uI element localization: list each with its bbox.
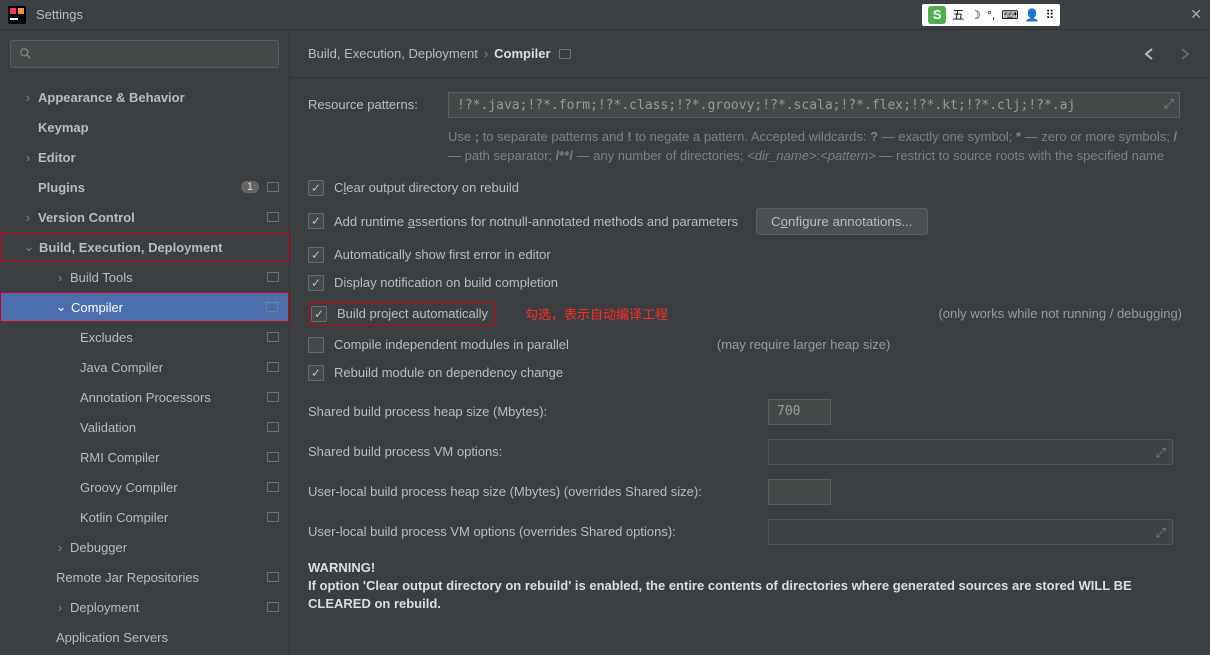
heap-size-label: Shared build process heap size (Mbytes):	[308, 404, 768, 419]
titlebar: Settings S 五 ☽ °, ⌨ 👤 ⠿ ✕	[0, 0, 1210, 30]
project-icon	[267, 332, 279, 342]
search-icon	[19, 47, 33, 61]
annotation-text: 勾选，表示自动编译工程	[525, 304, 668, 323]
person-icon: 👤	[1025, 8, 1040, 22]
tree-vcs[interactable]: ›Version Control	[0, 202, 289, 232]
chevron-right-icon: ›	[54, 540, 66, 555]
chevron-down-icon: ⌄	[55, 299, 67, 315]
checkbox-parallel[interactable]	[308, 337, 324, 353]
user-vm-label: User-local build process VM options (ove…	[308, 524, 768, 539]
app-icon	[8, 6, 26, 24]
tree-app-servers[interactable]: Application Servers	[0, 622, 289, 652]
chevron-right-icon: ›	[54, 270, 66, 285]
tree-validation[interactable]: Validation	[0, 412, 289, 442]
badge: 1	[241, 181, 259, 193]
tree-groovy[interactable]: Groovy Compiler	[0, 472, 289, 502]
tree-editor[interactable]: ›Editor	[0, 142, 289, 172]
warning-text: WARNING! If option 'Clear output directo…	[308, 559, 1192, 614]
chevron-down-icon: ⌄	[23, 239, 35, 255]
tree-appearance[interactable]: ›Appearance & Behavior	[0, 82, 289, 112]
chevron-right-icon: ›	[22, 150, 34, 165]
checkbox-first-error-label[interactable]: Automatically show first error in editor	[334, 247, 551, 262]
chevron-right-icon: ›	[22, 90, 34, 105]
tree-remote-jar[interactable]: Remote Jar Repositories	[0, 562, 289, 592]
checkbox-notify[interactable]	[308, 275, 324, 291]
checkbox-notify-label[interactable]: Display notification on build completion	[334, 275, 558, 290]
tree-compiler[interactable]: ⌄Compiler	[0, 292, 289, 322]
chevron-right-icon: ›	[484, 46, 488, 61]
main-panel: Build, Execution, Deployment › Compiler …	[290, 30, 1210, 655]
tree-plugins[interactable]: Plugins1	[0, 172, 289, 202]
tree-debugger[interactable]: ›Debugger	[0, 532, 289, 562]
ime-mode: 五	[952, 6, 964, 23]
project-icon	[267, 422, 279, 432]
window-title: Settings	[36, 7, 922, 22]
vm-options-label: Shared build process VM options:	[308, 444, 768, 459]
search-input[interactable]	[10, 40, 279, 68]
tree-annotation-proc[interactable]: Annotation Processors	[0, 382, 289, 412]
tree-keymap[interactable]: Keymap	[0, 112, 289, 142]
project-icon	[267, 362, 279, 372]
heap-size-input[interactable]	[768, 399, 831, 425]
resource-patterns-help: Use ; to separate patterns and ! to nega…	[448, 128, 1188, 166]
checkbox-clear-output-label[interactable]: Clear output directory on rebuild	[334, 180, 519, 195]
tree-deployment[interactable]: ›Deployment	[0, 592, 289, 622]
tree-excludes[interactable]: Excludes	[0, 322, 289, 352]
user-heap-label: User-local build process heap size (Mbyt…	[308, 484, 768, 499]
ime-s-icon: S	[928, 6, 946, 24]
user-heap-input[interactable]	[768, 479, 831, 505]
moon-icon: ☽	[970, 8, 981, 22]
user-vm-input[interactable]: ⤢	[768, 519, 1173, 545]
punct-icon: °,	[987, 8, 995, 22]
tree-build-exec-deploy[interactable]: ⌄Build, Execution, Deployment	[0, 232, 289, 262]
crumb-parent[interactable]: Build, Execution, Deployment	[308, 46, 478, 61]
project-icon	[559, 49, 571, 59]
sidebar: ›Appearance & Behavior Keymap ›Editor Pl…	[0, 30, 290, 655]
checkbox-runtime-assert[interactable]	[308, 213, 324, 229]
project-icon	[267, 392, 279, 402]
checkbox-parallel-label[interactable]: Compile independent modules in parallel	[334, 337, 569, 352]
project-icon	[267, 512, 279, 522]
tree-java-compiler[interactable]: Java Compiler	[0, 352, 289, 382]
resource-patterns-label: Resource patterns:	[308, 92, 448, 112]
hint-parallel: (may require larger heap size)	[717, 337, 890, 352]
content: Resource patterns: ⤢ Use ; to separate p…	[290, 78, 1210, 655]
keyboard-icon: ⌨	[1001, 8, 1018, 22]
grid-icon: ⠿	[1045, 8, 1054, 22]
hint-auto: (only works while not running / debuggin…	[938, 306, 1182, 321]
expand-icon[interactable]: ⤢	[1164, 96, 1174, 112]
project-icon	[267, 602, 279, 612]
project-icon	[266, 302, 278, 312]
project-icon	[267, 452, 279, 462]
chevron-right-icon: ›	[22, 210, 34, 225]
project-icon	[267, 482, 279, 492]
vm-options-input[interactable]: ⤢	[768, 439, 1173, 465]
project-icon	[267, 572, 279, 582]
expand-icon[interactable]: ⤢	[1156, 445, 1166, 461]
close-icon[interactable]: ✕	[1190, 6, 1202, 23]
checkbox-build-auto-label[interactable]: Build project automatically	[337, 306, 488, 321]
configure-annotations-button[interactable]: Configure annotations...	[756, 208, 928, 235]
resource-patterns-input[interactable]	[448, 92, 1180, 118]
tree-rmi[interactable]: RMI Compiler	[0, 442, 289, 472]
checkbox-build-auto[interactable]	[311, 306, 327, 322]
back-icon[interactable]	[1142, 46, 1158, 62]
project-icon	[267, 212, 279, 222]
project-icon	[267, 272, 279, 282]
chevron-right-icon: ›	[54, 600, 66, 615]
checkbox-clear-output[interactable]	[308, 180, 324, 196]
checkbox-rebuild-dep-label[interactable]: Rebuild module on dependency change	[334, 365, 563, 380]
ime-tray: S 五 ☽ °, ⌨ 👤 ⠿	[922, 4, 1060, 26]
breadcrumb: Build, Execution, Deployment › Compiler	[290, 30, 1210, 78]
settings-tree: ›Appearance & Behavior Keymap ›Editor Pl…	[0, 78, 289, 655]
tree-kotlin[interactable]: Kotlin Compiler	[0, 502, 289, 532]
checkbox-first-error[interactable]	[308, 247, 324, 263]
checkbox-runtime-assert-label[interactable]: Add runtime assertions for notnull-annot…	[334, 214, 738, 229]
expand-icon[interactable]: ⤢	[1156, 525, 1166, 541]
project-icon	[267, 182, 279, 192]
forward-icon[interactable]	[1176, 46, 1192, 62]
tree-build-tools[interactable]: ›Build Tools	[0, 262, 289, 292]
checkbox-rebuild-dep[interactable]	[308, 365, 324, 381]
crumb-current: Compiler	[494, 46, 550, 61]
